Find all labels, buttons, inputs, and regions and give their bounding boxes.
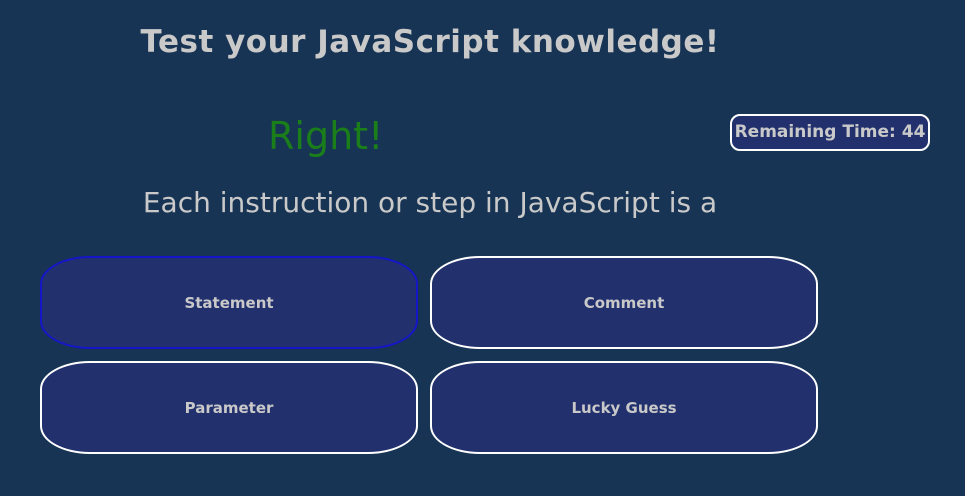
answer-button-statement[interactable]: Statement	[40, 256, 418, 349]
question-text: Each instruction or step in JavaScript i…	[142, 186, 718, 219]
answer-label: Lucky Guess	[571, 398, 677, 417]
quiz-title: Test your JavaScript knowledge!	[140, 24, 720, 60]
answer-button-comment[interactable]: Comment	[430, 256, 818, 349]
answer-label: Parameter	[184, 398, 274, 417]
answer-label: Comment	[583, 293, 665, 312]
timer-label: Remaining Time:	[734, 122, 896, 142]
answer-button-parameter[interactable]: Parameter	[40, 361, 418, 454]
timer-value: 44	[901, 122, 926, 142]
remaining-time-display: Remaining Time: 44	[730, 114, 930, 151]
answer-button-lucky-guess[interactable]: Lucky Guess	[430, 361, 818, 454]
answer-label: Statement	[184, 293, 274, 312]
answer-result: Right!	[268, 114, 384, 158]
